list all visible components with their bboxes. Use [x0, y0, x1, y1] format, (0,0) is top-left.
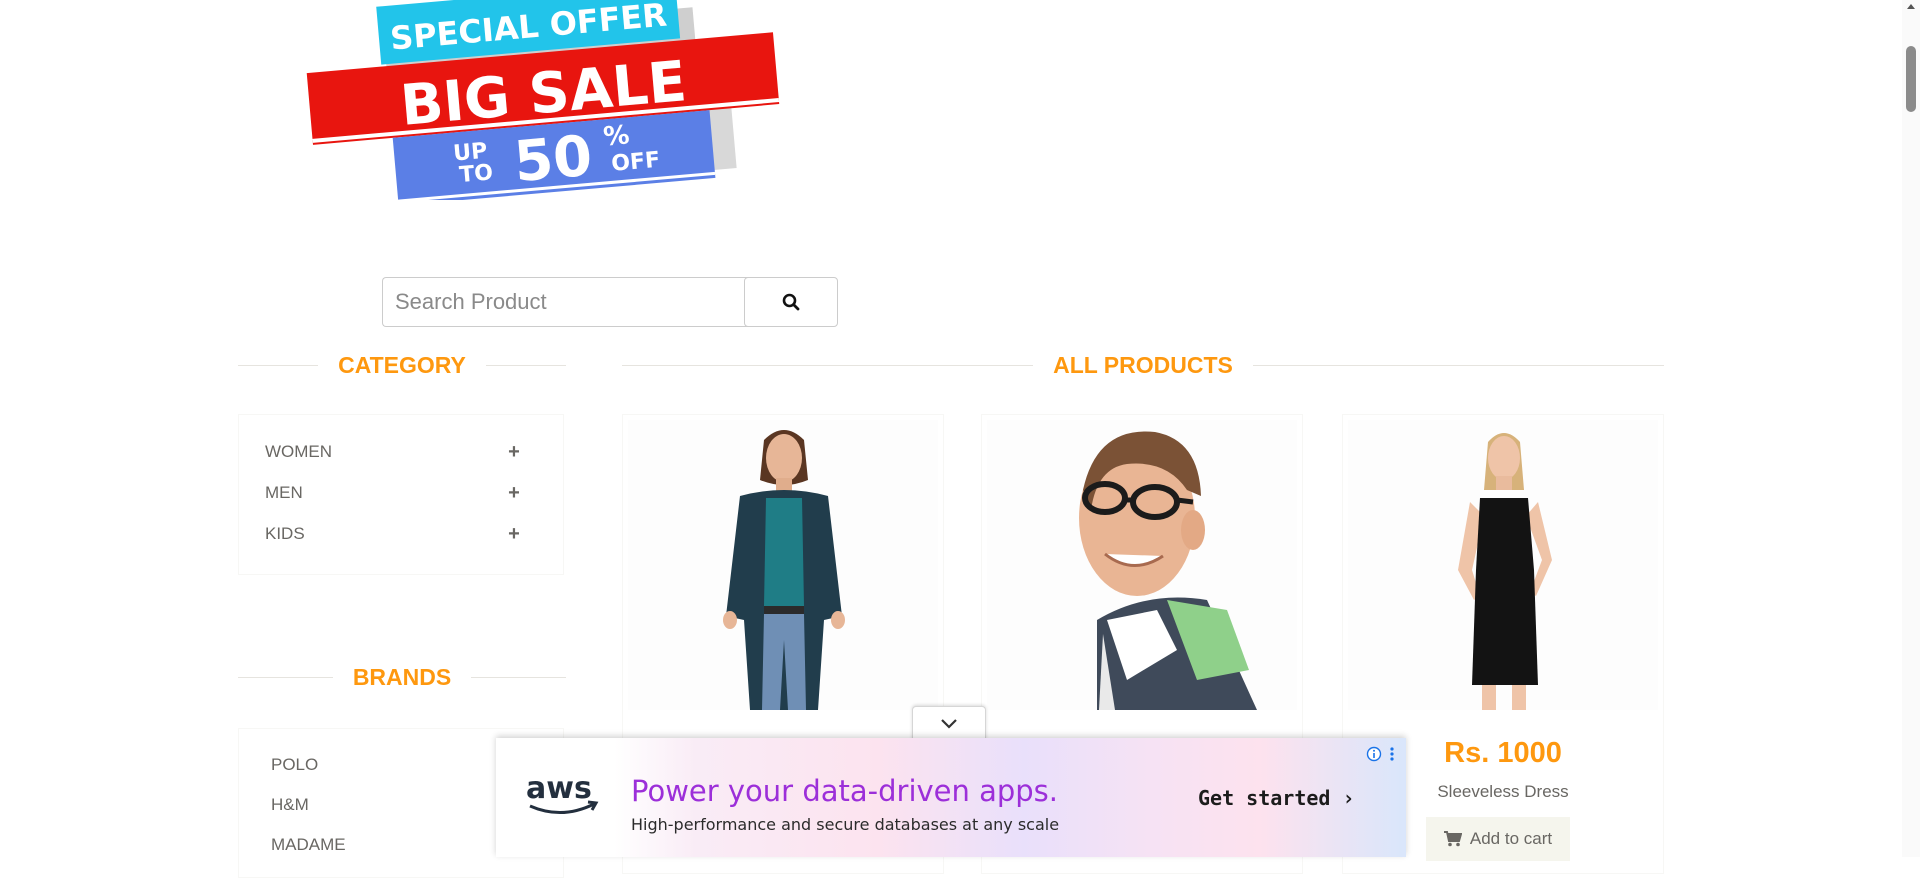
search-bar [382, 277, 838, 327]
heading-divider [1252, 364, 1664, 366]
heading-divider [471, 676, 567, 678]
ad-content[interactable]: aws Power your data-driven apps. High-pe… [496, 738, 1406, 857]
add-to-cart-button[interactable]: Add to cart [1426, 817, 1570, 861]
page-scrollbar[interactable] [1902, 0, 1920, 857]
info-icon[interactable] [1366, 746, 1382, 762]
banner-percent: 50 [512, 124, 595, 196]
category-heading: CATEGORY [238, 350, 566, 380]
heading-divider [238, 676, 333, 678]
product-image [628, 420, 938, 710]
brand-item-madame[interactable]: MADAME [271, 832, 346, 858]
scroll-up-icon[interactable] [1906, 2, 1916, 10]
brands-heading: BRANDS [238, 662, 567, 692]
search-input[interactable] [382, 277, 757, 327]
scrollbar-thumb[interactable] [1906, 46, 1916, 112]
aws-logo: aws [524, 770, 604, 823]
ad-get-started-link[interactable]: Get started › [1198, 786, 1355, 810]
banner-off: OFF [610, 148, 661, 177]
banner-pct-sign: % [602, 120, 631, 152]
category-title: CATEGORY [338, 351, 466, 378]
brand-item-polo[interactable]: POLO [271, 752, 318, 778]
sale-banner: SPECIAL OFFER BIG SALE UP TO 50 % OFF [300, 0, 800, 206]
plus-icon[interactable]: + [507, 441, 521, 464]
heading-divider [485, 364, 566, 366]
heading-divider [238, 364, 319, 366]
plus-icon[interactable]: + [507, 523, 521, 546]
all-products-title: ALL PRODUCTS [1053, 351, 1233, 378]
cart-icon [1443, 831, 1462, 847]
plus-icon[interactable]: + [507, 482, 521, 505]
more-vertical-icon[interactable] [1388, 746, 1396, 762]
category-label: WOMEN [265, 442, 333, 461]
ad-controls [1366, 746, 1396, 762]
product-image [987, 420, 1297, 710]
search-icon [782, 293, 800, 311]
category-label: MEN [265, 483, 303, 502]
brands-title: BRANDS [352, 663, 452, 690]
product-image [1348, 420, 1658, 710]
ad-collapse-button[interactable] [912, 706, 986, 741]
category-item-women[interactable]: WOMEN + [265, 437, 521, 467]
aws-logo-text: aws [526, 771, 592, 806]
category-item-kids[interactable]: KIDS + [265, 519, 521, 549]
chevron-down-icon [941, 719, 957, 729]
all-products-heading: ALL PRODUCTS [622, 350, 1664, 380]
search-button[interactable] [744, 277, 838, 327]
brand-item-hm[interactable]: H&M [271, 792, 309, 818]
ad-subline: High-performance and secure databases at… [631, 815, 1060, 834]
category-item-men[interactable]: MEN + [265, 478, 521, 508]
heading-divider [622, 364, 1034, 366]
ad-banner[interactable]: aws Power your data-driven apps. High-pe… [496, 738, 1406, 857]
add-to-cart-label: Add to cart [1469, 829, 1553, 848]
category-label: KIDS [265, 524, 305, 543]
banner-to: TO [458, 160, 494, 188]
ad-headline: Power your data-driven apps. [631, 774, 1059, 808]
category-panel: WOMEN + MEN + KIDS + [238, 414, 564, 575]
